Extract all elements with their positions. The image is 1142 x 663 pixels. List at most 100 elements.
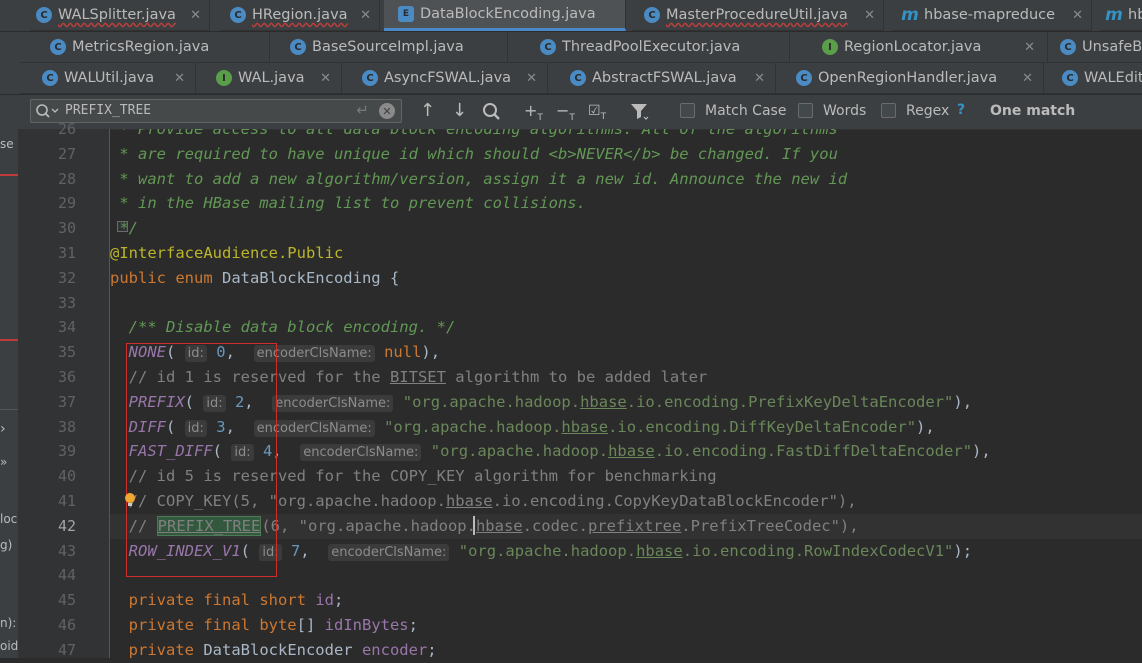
close-icon[interactable]: ✕: [1072, 8, 1083, 23]
previous-occurrence-icon[interactable]: ↑: [420, 101, 435, 121]
add-occurrence-icon[interactable]: +T: [524, 101, 543, 128]
line-number: 30: [57, 219, 76, 238]
code-line[interactable]: * in the HBase mailing list to prevent c…: [110, 191, 1142, 216]
tab-unsafeb[interactable]: C UnsafeB: [1048, 32, 1142, 63]
close-icon[interactable]: ✕: [1022, 71, 1033, 86]
tab-label: RegionLocator.java: [844, 39, 982, 55]
class-icon: C: [50, 39, 66, 55]
code-line[interactable]: /** Disable data block encoding. */: [110, 315, 1142, 340]
code-line[interactable]: NONE( id: 0, encoderClsName: null),: [110, 340, 1142, 365]
line-number-gutter[interactable]: 26 27 28 29 30 31 32 33 34 35 36 37 38 39 40 41 42 43 44 45…: [18, 120, 128, 659]
line-number: 46: [57, 616, 76, 634]
close-icon[interactable]: ✕: [190, 8, 201, 23]
tab-label: HRegion.java: [252, 7, 348, 23]
line-number: 33: [57, 293, 76, 312]
tab-label: WALUtil.java: [64, 70, 155, 86]
tab-label: OpenRegionHandler.java: [818, 70, 998, 86]
close-icon[interactable]: ✕: [320, 71, 331, 86]
regex-help-icon[interactable]: ?: [957, 102, 965, 118]
words-label[interactable]: Words: [823, 103, 866, 119]
class-icon: C: [290, 39, 306, 55]
find-bar: PREFIX_TREE ↵ ✕ ↑ ↓ +T −T ☑T Match Case …: [0, 95, 1142, 130]
interface-icon: I: [822, 39, 838, 55]
tab-hregion[interactable]: C HRegion.java ✕: [220, 0, 380, 31]
remove-occurrence-icon[interactable]: −T: [556, 101, 575, 128]
close-icon[interactable]: ✕: [360, 8, 371, 23]
class-icon: C: [644, 7, 660, 23]
code-editor[interactable]: * Provide access to all data block encod…: [110, 129, 1142, 658]
code-line[interactable]: // COPY_KEY(5, "org.apache.hadoop.hbase.…: [110, 489, 1142, 514]
tab-openregionhandler[interactable]: C OpenRegionHandler.java ✕: [776, 63, 1044, 94]
code-line[interactable]: */: [110, 216, 1142, 241]
code-line[interactable]: public enum DataBlockEncoding {: [110, 266, 1142, 291]
tab-walsplitter[interactable]: C WALSplitter.java ✕: [30, 0, 210, 31]
tab-datablockencoding[interactable]: E DataBlockEncoding.java: [384, 0, 626, 31]
regex-label[interactable]: Regex: [906, 103, 949, 119]
clear-icon[interactable]: ✕: [379, 103, 395, 119]
code-line[interactable]: private DataBlockEncoder encoder;: [110, 638, 1142, 658]
find-input-box[interactable]: PREFIX_TREE ↵ ✕: [30, 99, 402, 123]
regex-checkbox[interactable]: [881, 103, 896, 118]
line-number: 32: [57, 268, 76, 287]
next-occurrence-icon[interactable]: ↓: [452, 101, 467, 121]
words-checkbox[interactable]: [798, 103, 813, 118]
maven-module-icon: m: [1105, 5, 1123, 25]
code-line[interactable]: private final short id;: [110, 588, 1142, 613]
code-line[interactable]: // id 5 is reserved for the COPY_KEY alg…: [110, 464, 1142, 489]
tab-waledit[interactable]: C WALEdit: [1044, 63, 1142, 94]
filter-icon[interactable]: [630, 103, 650, 121]
match-case-checkbox[interactable]: [680, 103, 695, 118]
tab-wal[interactable]: I WAL.java ✕: [196, 63, 342, 94]
code-line[interactable]: @InterfaceAudience.Public: [110, 241, 1142, 266]
panel-fragment: se: [0, 137, 14, 151]
class-icon: C: [796, 70, 812, 86]
find-all-icon[interactable]: [482, 102, 504, 122]
tab-metricsregion[interactable]: C MetricsRegion.java: [20, 32, 270, 63]
code-line[interactable]: [110, 563, 1142, 588]
tab-masterprocedureutil[interactable]: C MasterProcedureUtil.java ✕: [632, 0, 884, 31]
select-all-occurrences-icon[interactable]: ☑T: [588, 101, 606, 127]
editor-tab-row-3: C WALUtil.java ✕ I WAL.java ✕ C AsyncFSW…: [0, 63, 1142, 94]
tab-label: BaseSourceImpl.java: [312, 39, 464, 55]
tab-threadpoolexecutor[interactable]: C ThreadPoolExecutor.java: [508, 32, 790, 63]
code-line[interactable]: FAST_DIFF( id: 4, encoderClsName: "org.a…: [110, 439, 1142, 464]
tab-label: ThreadPoolExecutor.java: [562, 39, 741, 55]
tab-hb[interactable]: m hb: [1100, 0, 1142, 31]
panel-fragment: oid: [0, 639, 18, 653]
close-icon[interactable]: ✕: [864, 8, 875, 23]
class-icon: C: [230, 7, 246, 23]
code-line[interactable]: ROW_INDEX_V1( id: 7, encoderClsName: "or…: [110, 539, 1142, 564]
tab-basesourceimpl[interactable]: C BaseSourceImpl.java: [270, 32, 508, 63]
close-icon[interactable]: ✕: [754, 71, 765, 86]
editor-tab-row-1: C WALSplitter.java ✕ C HRegion.java ✕ E …: [0, 0, 1142, 31]
line-number: 39: [57, 442, 76, 461]
code-line[interactable]: DIFF( id: 3, encoderClsName: "org.apache…: [110, 415, 1142, 440]
code-line[interactable]: PREFIX( id: 2, encoderClsName: "org.apac…: [110, 390, 1142, 415]
tab-asyncfswal[interactable]: C AsyncFSWAL.java ✕: [342, 63, 548, 94]
code-line[interactable]: [110, 291, 1142, 316]
code-line[interactable]: // id 1 is reserved for the BITSET algor…: [110, 365, 1142, 390]
find-query[interactable]: PREFIX_TREE: [65, 103, 151, 118]
tab-abstractfswal[interactable]: C AbstractFSWAL.java ✕: [548, 63, 776, 94]
close-icon[interactable]: ✕: [526, 71, 537, 86]
tab-regionlocator[interactable]: I RegionLocator.java ✕: [790, 32, 1048, 63]
class-icon: C: [570, 70, 586, 86]
code-line[interactable]: private final byte[] idInBytes;: [110, 613, 1142, 638]
line-number: 34: [57, 318, 76, 337]
code-line[interactable]: // PREFIX_TREE(6, "org.apache.hadoop.hba…: [110, 513, 1142, 539]
close-icon[interactable]: ✕: [1024, 40, 1035, 55]
enum-icon: E: [398, 6, 414, 22]
panel-fragment[interactable]: »: [0, 455, 7, 469]
tab-walutil[interactable]: C WALUtil.java ✕: [20, 63, 196, 94]
code-line[interactable]: * want to add a new algorithm/version, a…: [110, 167, 1142, 192]
code-line[interactable]: * are required to have unique id which s…: [110, 142, 1142, 167]
tab-hbase-mapreduce[interactable]: m hbase-mapreduce ✕: [892, 0, 1092, 31]
intention-bulb-icon[interactable]: [124, 492, 136, 508]
line-number: 47: [57, 640, 76, 659]
panel-fragment[interactable]: ›: [0, 421, 6, 437]
match-case-label[interactable]: Match Case: [705, 103, 786, 119]
code-line[interactable]: * Provide access to all data block encod…: [110, 129, 1142, 142]
close-icon[interactable]: ✕: [174, 71, 185, 86]
line-number: 41: [57, 492, 76, 510]
tab-label: hbase-mapreduce: [924, 7, 1056, 23]
